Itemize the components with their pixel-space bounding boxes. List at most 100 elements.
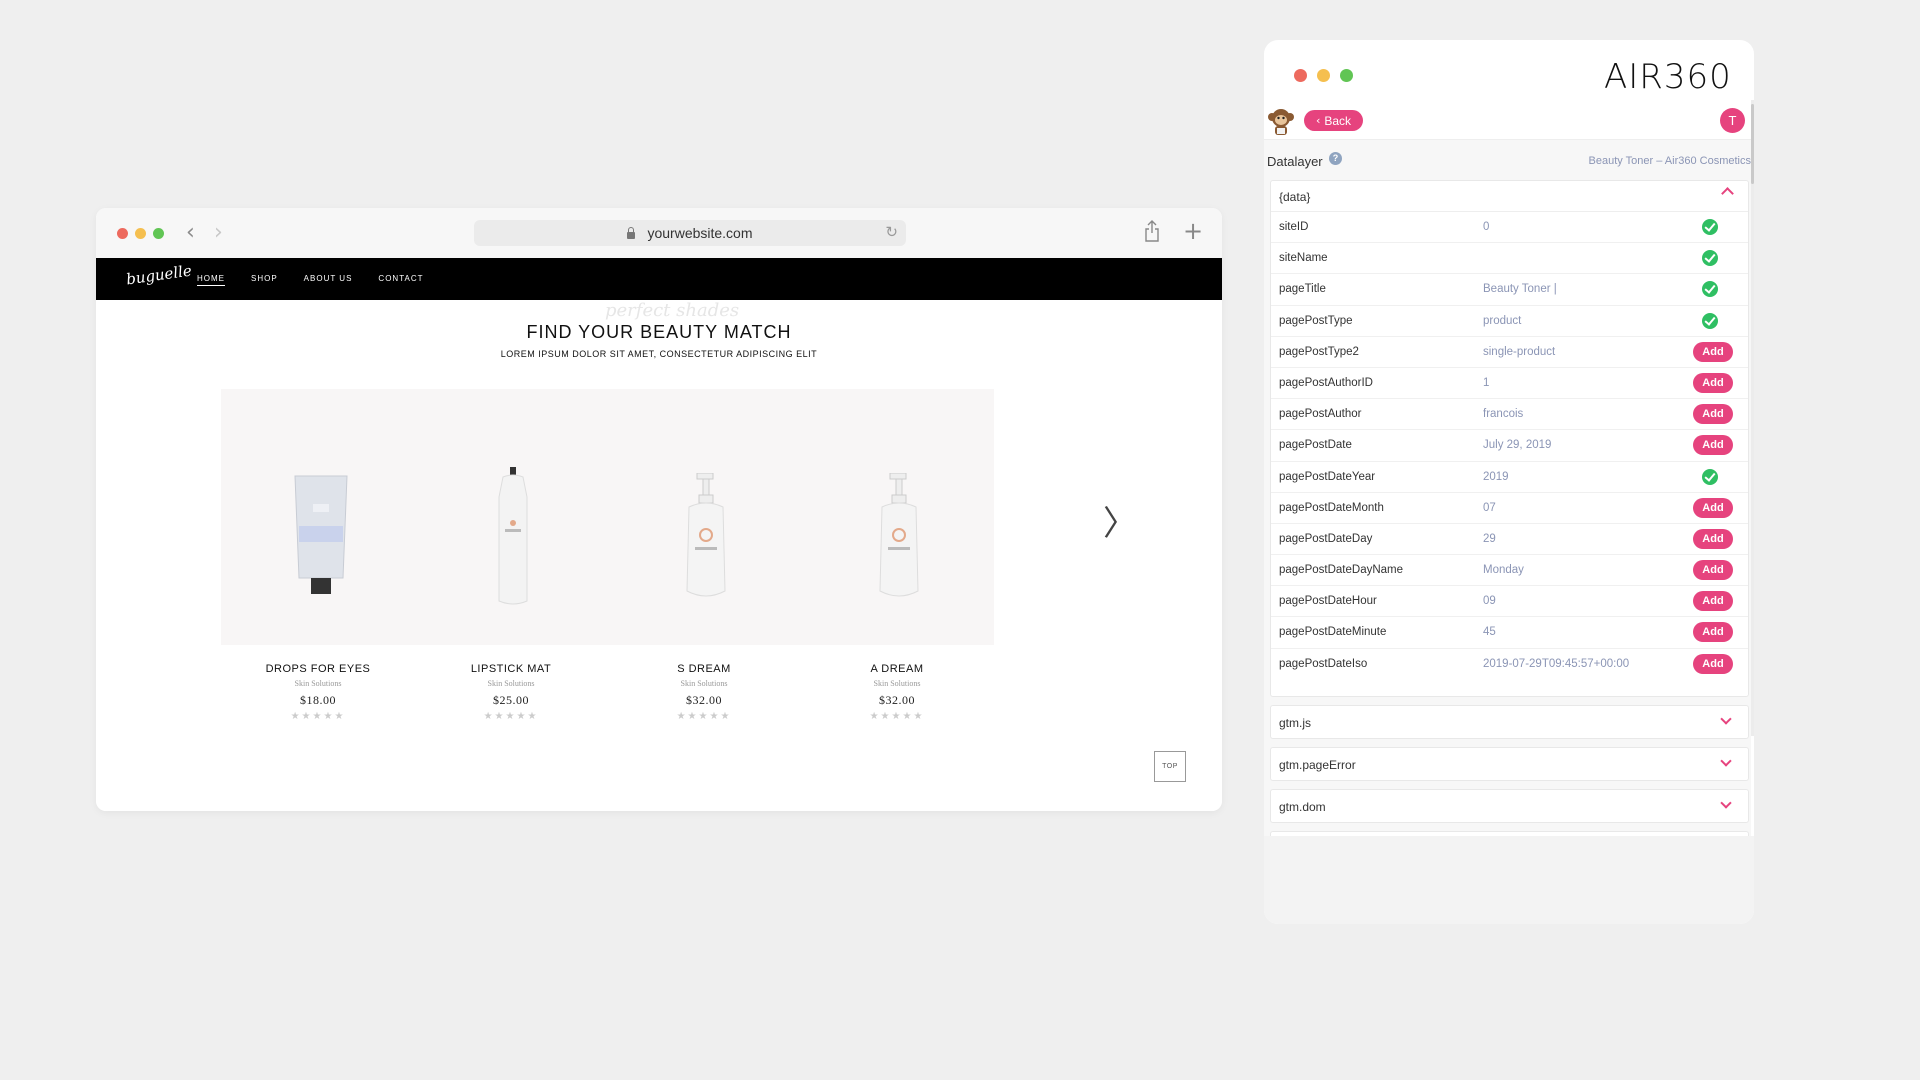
row-value: 07 (1483, 501, 1496, 514)
back-arrow-icon[interactable]: ‹ (186, 220, 195, 245)
add-button[interactable]: Add (1693, 435, 1733, 456)
site-logo[interactable]: buguelle (125, 262, 193, 289)
product-image[interactable] (800, 389, 994, 645)
row-value: product (1483, 314, 1522, 327)
nav-link-shop[interactable]: SHOP (251, 274, 278, 286)
back-to-top-button[interactable]: TOP (1154, 751, 1186, 782)
nav-link-about-us[interactable]: ABOUT US (304, 274, 353, 286)
row-key: pagePostType2 (1279, 345, 1359, 358)
datalayer-row: siteName (1271, 243, 1748, 275)
datalayer-row: pageTitle Beauty Toner | (1271, 274, 1748, 306)
panel-footer (1264, 836, 1754, 924)
datalayer-row: pagePostDateDayName Monday Add (1271, 555, 1748, 587)
product-price: $32.00 (879, 693, 915, 707)
product-name[interactable]: A DREAM (800, 663, 994, 675)
check-circle-icon (1702, 281, 1718, 298)
row-key: pagePostAuthor (1279, 408, 1362, 421)
add-button[interactable]: Add (1693, 341, 1733, 362)
row-key: siteName (1279, 252, 1328, 265)
add-button[interactable]: Add (1693, 591, 1733, 612)
maximize-window-button[interactable] (153, 228, 164, 239)
product-name[interactable]: LIPSTICK MAT (414, 663, 608, 675)
air360-logo: AIR360 (1604, 57, 1732, 97)
product-name[interactable]: S DREAM (607, 663, 801, 675)
decorative-script-text: perfect shades (605, 300, 740, 321)
check-circle-icon (1702, 468, 1718, 485)
pump-bottle-image (686, 473, 726, 597)
help-icon[interactable]: ? (1329, 152, 1342, 165)
chevron-left-icon: ‹ (1315, 114, 1321, 127)
check-circle-icon (1702, 219, 1718, 235)
add-button[interactable]: Add (1693, 404, 1733, 425)
new-tab-icon[interactable]: + (1183, 217, 1203, 245)
scrollbar-track[interactable] (1751, 100, 1754, 736)
product-image[interactable] (607, 389, 801, 645)
product-image[interactable] (414, 389, 608, 645)
url-text: yourwebsite.com (647, 225, 753, 241)
back-button-label: Back (1324, 113, 1352, 128)
datalayer-rows: siteID 0 siteName pageTitle Beauty Toner | pa… (1271, 212, 1748, 680)
close-window-button[interactable] (117, 228, 128, 239)
site-nav-links: HOME SHOP ABOUT US CONTACT (197, 274, 450, 286)
scrollbar-thumb[interactable] (1751, 104, 1754, 184)
add-button[interactable]: Add (1693, 622, 1733, 643)
datalayer-row: pagePostDateHour 09 Add (1271, 586, 1748, 618)
back-button[interactable]: ‹ Back (1304, 110, 1363, 131)
product-category: Skin Solutions (680, 679, 728, 688)
row-key: pagePostDateDay (1279, 532, 1373, 545)
add-button[interactable]: Add (1693, 528, 1733, 549)
product-price: $18.00 (300, 693, 336, 707)
add-button[interactable]: Add (1693, 497, 1733, 518)
datalayer-title: Datalayer (1267, 154, 1323, 169)
row-value: 2019 (1483, 470, 1509, 483)
chevron-up-icon[interactable] (1721, 187, 1734, 200)
hero-subtitle: LOREM IPSUM DOLOR SIT AMET, CONSECTETUR … (500, 349, 818, 359)
add-button[interactable]: Add (1693, 560, 1733, 581)
add-button[interactable]: Add (1693, 372, 1733, 393)
event-card[interactable]: gtm.dom (1270, 789, 1749, 823)
event-card[interactable]: gtm.pageError (1270, 747, 1749, 781)
check-circle-icon (1702, 250, 1718, 267)
nav-link-home[interactable]: HOME (197, 274, 225, 286)
address-bar[interactable]: yourwebsite.com ↻ (474, 220, 906, 246)
row-value: Monday (1483, 564, 1524, 577)
pump-bottle-image (879, 473, 919, 597)
panel-close-button[interactable] (1294, 69, 1307, 82)
product-image[interactable] (221, 389, 415, 645)
rating-stars: ★★★★★ (290, 711, 346, 722)
row-key: pagePostDateDayName (1279, 564, 1404, 577)
lock-icon (627, 226, 636, 239)
chevron-down-icon[interactable] (1720, 755, 1732, 767)
product-card[interactable]: S DREAM Skin Solutions $32.00 ★★★★★ (607, 389, 801, 722)
product-name[interactable]: DROPS FOR EYES (221, 663, 415, 675)
minimize-window-button[interactable] (135, 228, 146, 239)
carousel-next-icon[interactable]: 〉 (1103, 496, 1137, 545)
add-button[interactable]: Add (1693, 653, 1733, 674)
event-card[interactable]: gtm.js (1270, 705, 1749, 739)
row-value: single-product (1483, 345, 1556, 358)
panel-minimize-button[interactable] (1317, 69, 1330, 82)
datalayer-row: pagePostDateIso 2019-07-29T09:45:57+00:00… (1271, 649, 1748, 680)
user-avatar[interactable]: T (1720, 108, 1745, 133)
chevron-down-icon[interactable] (1720, 797, 1732, 809)
product-card[interactable]: LIPSTICK MAT Skin Solutions $25.00 ★★★★★ (414, 389, 608, 722)
chevron-down-icon[interactable] (1720, 713, 1732, 725)
product-card[interactable]: A DREAM Skin Solutions $32.00 ★★★★★ (800, 389, 994, 722)
row-value: July 29, 2019 (1483, 439, 1552, 452)
row-value: francois (1483, 408, 1524, 421)
product-category: Skin Solutions (873, 679, 921, 688)
datalayer-row: pagePostDateDay 29 Add (1271, 524, 1748, 556)
nav-link-contact[interactable]: CONTACT (378, 274, 423, 286)
data-section: {data} siteID 0 siteName pageTitle Beauty To… (1270, 180, 1749, 697)
product-card[interactable]: DROPS FOR EYES Skin Solutions $18.00 ★★★★★ (221, 389, 415, 722)
panel-maximize-button[interactable] (1340, 69, 1353, 82)
datalayer-row: pagePostDateMinute 45 Add (1271, 617, 1748, 649)
product-price: $25.00 (493, 693, 529, 707)
reload-icon[interactable]: ↻ (885, 223, 898, 241)
datalayer-row: pagePostAuthor francois Add (1271, 399, 1748, 431)
row-key: pagePostDateYear (1279, 470, 1376, 483)
forward-arrow-icon[interactable]: › (214, 220, 223, 245)
data-section-header[interactable]: {data} (1271, 181, 1748, 212)
share-icon[interactable] (1145, 220, 1159, 242)
datalayer-row: pagePostDate July 29, 2019 Add (1271, 430, 1748, 462)
